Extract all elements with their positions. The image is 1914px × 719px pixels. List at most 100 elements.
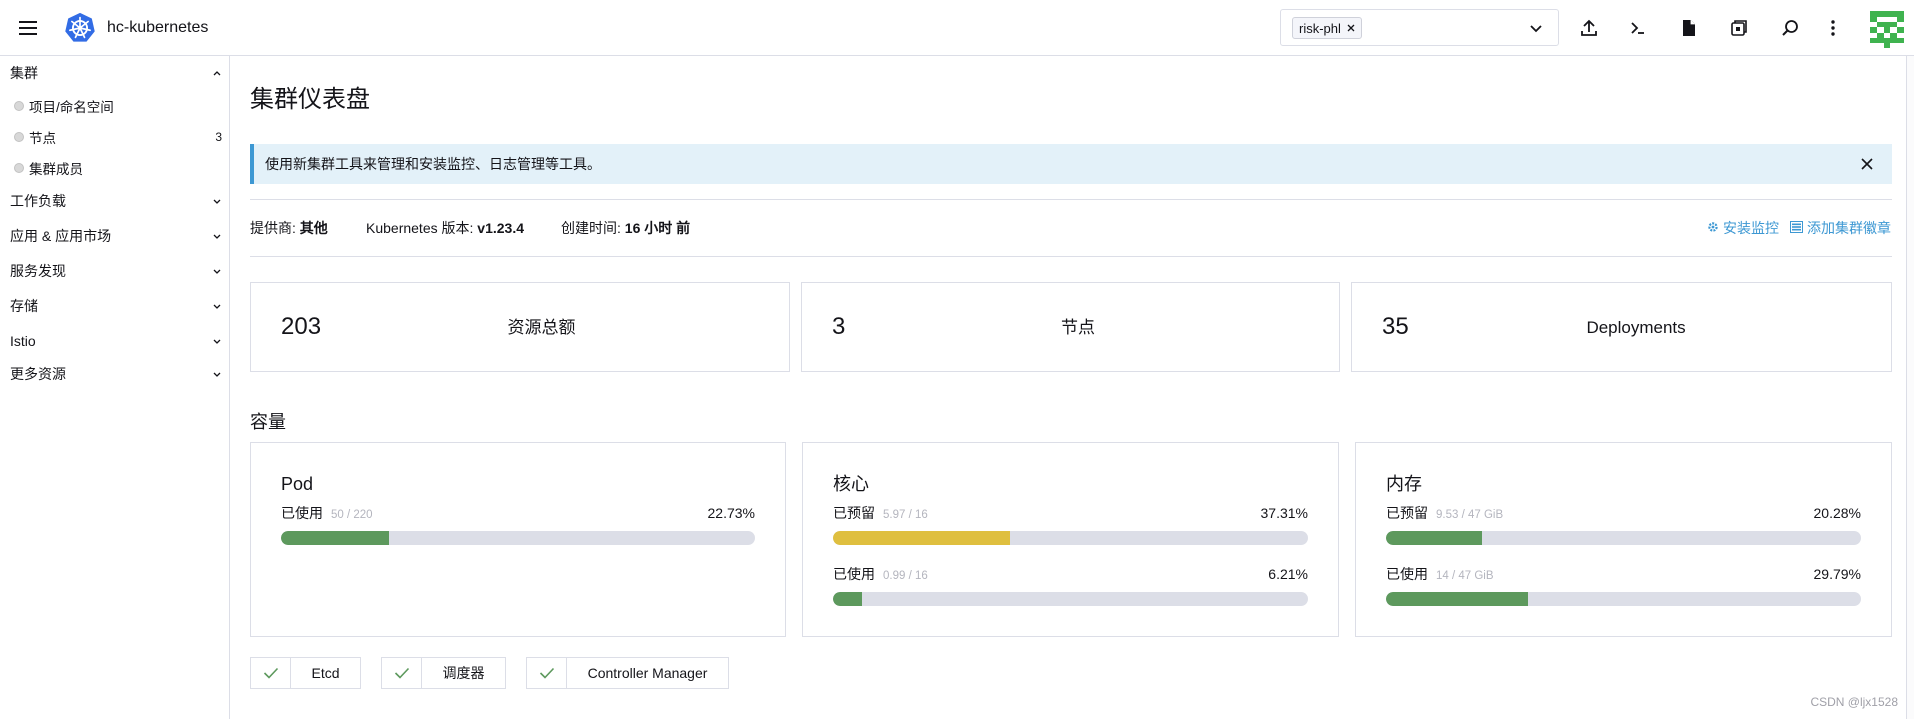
capacity-card-title: 内存 [1386, 474, 1422, 494]
created-time-info: 创建时间: 16 小时 前 [561, 218, 690, 238]
capacity-row-amount: 0.99 / 16 [883, 570, 928, 582]
check-icon [251, 658, 291, 688]
capacity-heading: 容量 [250, 412, 286, 432]
capacity-row-amount: 5.97 / 16 [883, 509, 928, 521]
capacity-card-pod: Pod 已使用 50 / 220 22.73% [250, 442, 786, 637]
add-cluster-badge-link[interactable]: 添加集群徽章 [1790, 218, 1891, 238]
nav-section-label: Istio [10, 333, 36, 349]
nav-section-cluster[interactable]: 集群 [10, 62, 222, 84]
provider-info: 提供商: 其他 [250, 218, 328, 238]
count-label: 资源总额 [507, 318, 576, 337]
count-value: 3 [832, 313, 846, 340]
nav-item-label: 节点 [29, 131, 56, 146]
badge-icon [1790, 218, 1803, 238]
capacity-row: 已预留 5.97 / 16 37.31% [833, 504, 1308, 522]
capacity-row-label: 已预留 [833, 505, 875, 521]
capacity-row-label: 已使用 [833, 566, 875, 582]
kebab-menu-icon[interactable] [1822, 17, 1844, 39]
capacity-card-title: Pod [281, 474, 314, 494]
capacity-row-amount: 50 / 220 [331, 509, 373, 521]
capacity-row: 已预留 9.53 / 47 GiB 20.28% [1386, 504, 1861, 522]
chevron-down-icon [212, 231, 222, 241]
nav-section-service-discovery[interactable]: 服务发现 [10, 260, 222, 282]
component-label: Etcd [311, 665, 340, 681]
terminal-icon[interactable] [1627, 17, 1649, 39]
component-status-controller-manager: Controller Manager [526, 657, 729, 689]
chevron-down-icon[interactable] [1529, 21, 1543, 35]
capacity-row-label: 已使用 [1386, 566, 1428, 582]
chevron-up-icon [212, 68, 222, 78]
progress-bar [833, 531, 1308, 545]
install-monitoring-link[interactable]: 安装监控 [1707, 218, 1779, 238]
chevron-down-icon [212, 336, 222, 346]
file-icon[interactable] [1678, 17, 1700, 39]
capacity-row: 已使用 50 / 220 22.73% [281, 504, 755, 522]
nav-item-dot-icon [14, 101, 24, 111]
progress-bar [833, 592, 1308, 606]
nav-section-more-resources[interactable]: 更多资源 [10, 363, 222, 385]
watermark: CSDN @ljx1528 [1810, 695, 1898, 709]
component-status-scheduler: 调度器 [381, 657, 506, 689]
nav-item-cluster-members[interactable]: 集群成员 [14, 157, 222, 179]
kubernetes-version-info: Kubernetes 版本: v1.23.4 [366, 218, 524, 238]
component-label: 调度器 [442, 665, 485, 681]
namespace-chip: risk-phl [1292, 17, 1362, 39]
progress-bar-fill [1386, 531, 1483, 545]
progress-bar-fill [1386, 592, 1528, 606]
component-status-etcd: Etcd [250, 657, 361, 689]
nav-section-istio[interactable]: Istio [10, 330, 222, 352]
upload-icon[interactable] [1578, 17, 1600, 39]
progress-bar [1386, 531, 1861, 545]
nav-section-workloads[interactable]: 工作负载 [10, 190, 222, 212]
hamburger-menu-icon[interactable] [16, 16, 40, 40]
progress-bar [281, 531, 755, 545]
progress-bar-fill [281, 531, 389, 545]
count-value: 203 [281, 313, 322, 340]
capacity-row-amount: 9.53 / 47 GiB [1436, 509, 1504, 521]
nav-section-label: 应用 & 应用市场 [10, 228, 112, 244]
top-header: hc-kubernetes risk-phl [0, 0, 1914, 56]
chevron-down-icon [212, 301, 222, 311]
nav-section-apps[interactable]: 应用 & 应用市场 [10, 225, 222, 247]
nav-section-label: 集群 [10, 65, 38, 81]
provider-label: 提供商: [250, 220, 296, 236]
copy-kubeconfig-icon[interactable] [1728, 17, 1750, 39]
nav-section-label: 存储 [10, 298, 38, 314]
gear-icon [1707, 218, 1719, 238]
capacity-row-percent: 37.31% [1260, 505, 1308, 521]
nav-section-storage[interactable]: 存储 [10, 295, 222, 317]
nav-section-label: 服务发现 [10, 263, 66, 279]
kubernetes-logo-icon [63, 11, 97, 45]
capacity-row-percent: 22.73% [707, 505, 755, 521]
nav-item-projects-namespaces[interactable]: 项目/命名空间 [14, 95, 222, 117]
capacity-row-amount: 14 / 47 GiB [1436, 570, 1494, 582]
namespace-chip-label: risk-phl [1299, 20, 1341, 36]
created-time-value: 16 小时 前 [624, 220, 691, 236]
nav-item-count: 3 [215, 130, 222, 144]
capacity-row-percent: 29.79% [1813, 566, 1861, 582]
check-icon [527, 658, 567, 688]
nav-item-nodes[interactable]: 节点 3 [14, 126, 222, 148]
nav-section-label: 工作负载 [10, 193, 66, 209]
capacity-row: 已使用 14 / 47 GiB 29.79% [1386, 565, 1861, 583]
search-icon[interactable] [1779, 17, 1801, 39]
chip-remove-icon[interactable] [1347, 24, 1355, 32]
created-time-label: 创建时间: [561, 220, 621, 236]
nav-item-dot-icon [14, 132, 24, 142]
kubernetes-version-label: Kubernetes 版本: [366, 220, 474, 236]
deployments-count-card[interactable]: 35 Deployments [1351, 282, 1892, 372]
nodes-count-card[interactable]: 3 节点 [801, 282, 1340, 372]
chevron-down-icon [212, 266, 222, 276]
capacity-card-title: 核心 [833, 474, 869, 494]
resource-total-card[interactable]: 203 资源总额 [250, 282, 790, 372]
vertical-scrollbar[interactable] [1906, 56, 1914, 719]
component-label: Controller Manager [587, 665, 708, 681]
namespace-filter[interactable]: risk-phl [1280, 9, 1559, 46]
info-banner: 使用新集群工具来管理和安装监控、日志管理等工具。 [250, 144, 1892, 184]
capacity-card-cores: 核心 已预留 5.97 / 16 37.31% 已使用 0.99 / 16 6.… [802, 442, 1339, 637]
close-icon[interactable] [1860, 157, 1874, 171]
chevron-down-icon [212, 196, 222, 206]
progress-bar-fill [833, 592, 863, 606]
user-avatar[interactable] [1870, 9, 1904, 49]
progress-bar-fill [833, 531, 1011, 545]
